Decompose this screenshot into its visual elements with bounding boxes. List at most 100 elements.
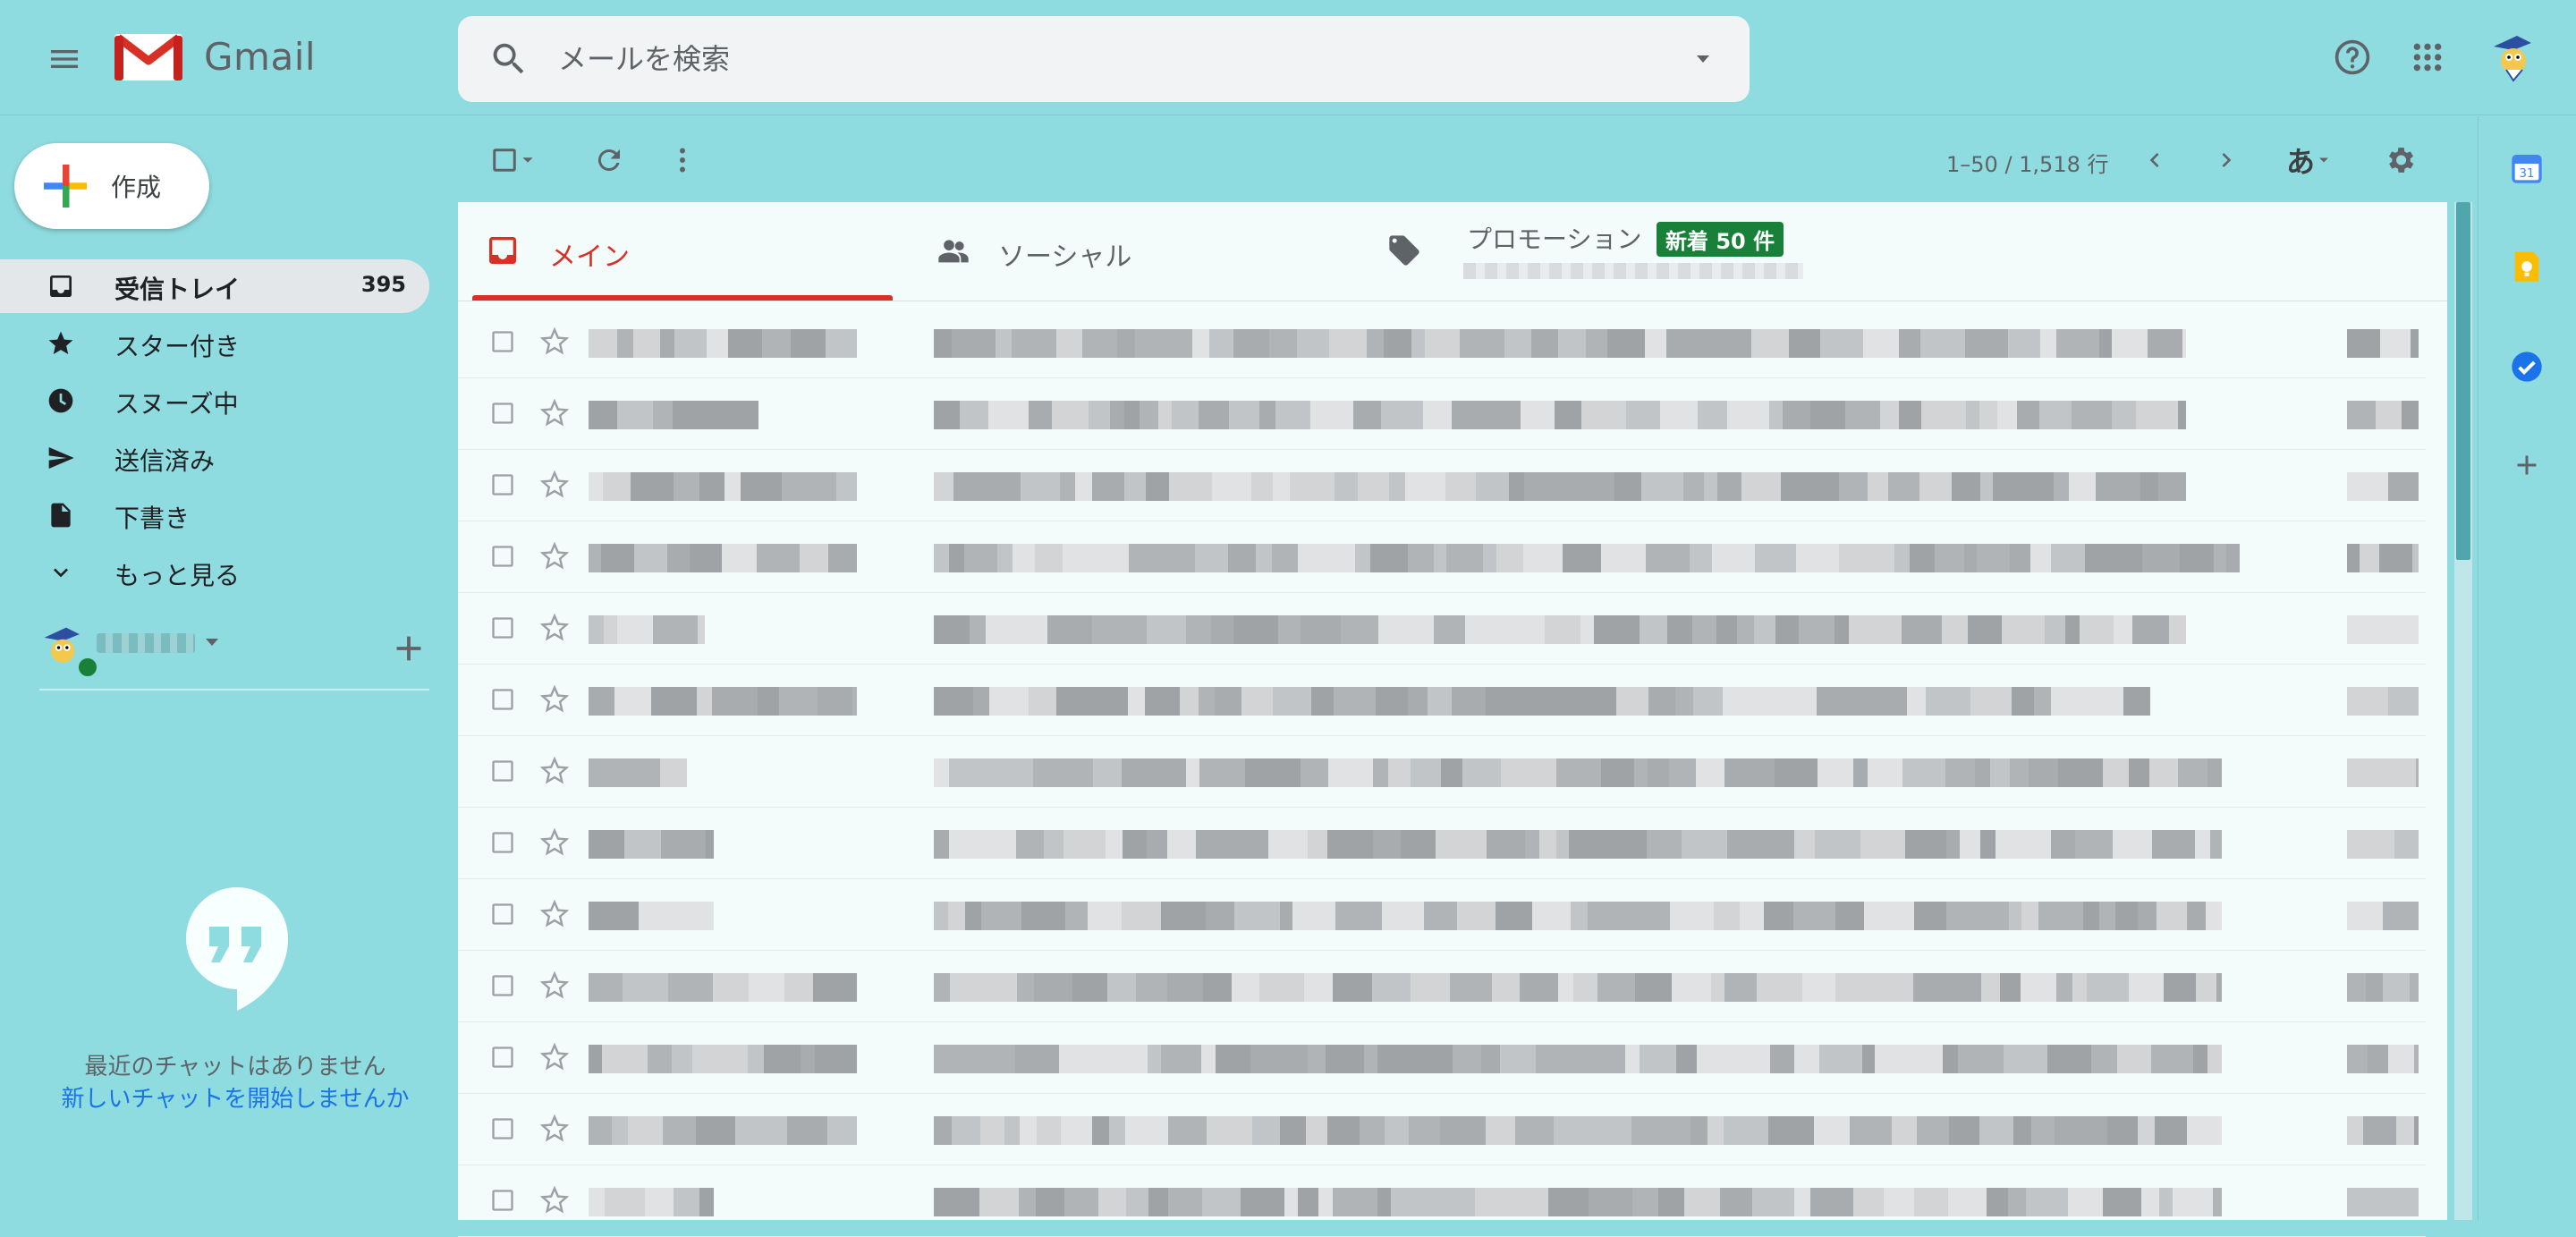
main-menu-button[interactable] — [39, 34, 89, 84]
star-outline-icon[interactable] — [540, 1114, 569, 1143]
compose-button[interactable]: 作成 — [14, 143, 209, 229]
star-outline-icon[interactable] — [540, 1043, 569, 1072]
sidebar-item-starred[interactable]: スター付き — [0, 317, 429, 370]
table-row[interactable] — [458, 1165, 2426, 1237]
subject-redacted — [934, 902, 2222, 930]
search-input[interactable] — [556, 41, 1633, 77]
tasks-button[interactable] — [2500, 340, 2554, 394]
google-apps-button[interactable] — [2402, 32, 2453, 82]
table-row[interactable] — [458, 735, 2426, 808]
calendar-button[interactable]: 31 — [2500, 141, 2554, 195]
app-header: Gmail — [0, 0, 2576, 115]
row-checkbox[interactable] — [490, 758, 515, 784]
subject-redacted — [934, 758, 2222, 787]
row-checkbox[interactable] — [490, 830, 515, 855]
table-row[interactable] — [458, 521, 2426, 593]
start-new-chat-link[interactable]: 新しいチャットを開始しませんか — [0, 1080, 470, 1114]
row-checkbox[interactable] — [490, 544, 515, 569]
row-checkbox[interactable] — [490, 329, 515, 354]
sidebar-item-sent[interactable]: 送信済み — [0, 431, 429, 485]
hangouts-user-name-redacted — [97, 633, 195, 653]
row-checkbox[interactable] — [490, 973, 515, 998]
date-redacted — [2347, 329, 2419, 358]
scrollbar-thumb[interactable] — [2456, 202, 2470, 560]
sidebar-item-more[interactable]: もっと見る — [0, 546, 429, 599]
plus-icon — [2517, 455, 2537, 475]
table-row[interactable] — [458, 664, 2426, 736]
star-outline-icon[interactable] — [540, 971, 569, 1000]
row-checkbox[interactable] — [490, 1188, 515, 1213]
keep-icon — [2514, 251, 2539, 282]
side-panel: 31 — [2478, 116, 2576, 1220]
settings-button[interactable] — [2379, 140, 2420, 181]
apps-grid-icon — [2413, 43, 2442, 72]
calendar-icon: 31 — [2512, 155, 2542, 183]
sender-redacted — [589, 329, 857, 358]
table-row[interactable] — [458, 950, 2426, 1022]
account-avatar-icon[interactable] — [2487, 30, 2542, 86]
search-icon[interactable] — [488, 38, 530, 80]
tab-primary[interactable]: メイン — [458, 202, 905, 301]
tab-social[interactable]: ソーシャル — [905, 202, 1358, 301]
table-row[interactable] — [458, 1093, 2426, 1165]
tag-icon — [1389, 235, 1419, 266]
caret-down-icon[interactable] — [206, 639, 218, 646]
star-outline-icon[interactable] — [540, 900, 569, 928]
star-outline-icon[interactable] — [540, 614, 569, 642]
subject-redacted — [934, 973, 2222, 1002]
gmail-m-icon — [114, 34, 182, 80]
row-checkbox[interactable] — [490, 615, 515, 640]
sidebar-item-label: スヌーズ中 — [114, 389, 239, 419]
clock-icon — [48, 388, 73, 413]
subject-redacted — [934, 1116, 2222, 1145]
select-all-checkbox[interactable] — [483, 140, 546, 181]
sidebar-item-snoozed[interactable]: スヌーズ中 — [0, 374, 429, 428]
more-actions-button[interactable] — [662, 140, 703, 181]
star-outline-icon[interactable] — [540, 399, 569, 428]
keep-button[interactable] — [2500, 240, 2554, 293]
mail-list-scrollbar[interactable] — [2454, 202, 2472, 1220]
tab-label: プロモーション — [1467, 225, 1642, 254]
row-checkbox[interactable] — [490, 687, 515, 712]
newer-page-button[interactable] — [2206, 140, 2247, 181]
sidebar-item-inbox[interactable]: 受信トレイ 395 — [0, 259, 429, 313]
table-row[interactable] — [458, 449, 2426, 521]
gmail-logo[interactable]: Gmail — [114, 30, 316, 82]
table-row[interactable] — [458, 807, 2426, 879]
row-checkbox[interactable] — [490, 1045, 515, 1070]
star-outline-icon[interactable] — [540, 327, 569, 356]
support-button[interactable] — [2327, 32, 2377, 82]
star-outline-icon[interactable] — [540, 470, 569, 499]
star-outline-icon[interactable] — [540, 685, 569, 714]
input-tools-button[interactable]: あ — [2274, 140, 2345, 181]
table-row[interactable] — [458, 306, 2426, 378]
row-checkbox[interactable] — [490, 902, 515, 927]
star-outline-icon[interactable] — [540, 757, 569, 785]
search-bar[interactable] — [458, 16, 1750, 102]
table-row[interactable] — [458, 878, 2426, 951]
sidebar-item-drafts[interactable]: 下書き — [0, 488, 429, 542]
table-row[interactable] — [458, 1021, 2426, 1094]
star-outline-icon[interactable] — [540, 828, 569, 857]
caret-down-icon — [522, 157, 533, 163]
get-addons-button[interactable] — [2500, 438, 2554, 492]
tasks-icon — [2512, 352, 2542, 382]
table-row[interactable] — [458, 592, 2426, 665]
hangouts-user[interactable] — [39, 623, 429, 691]
subject-redacted — [934, 615, 2186, 644]
star-outline-icon[interactable] — [540, 1186, 569, 1215]
tab-promotions[interactable]: プロモーション 新着 50 件 — [1358, 202, 1859, 301]
date-redacted — [2347, 615, 2419, 644]
table-row[interactable] — [458, 377, 2426, 450]
older-page-button[interactable] — [2134, 140, 2175, 181]
star-outline-icon[interactable] — [540, 542, 569, 571]
add-chat-icon[interactable] — [388, 628, 429, 669]
row-checkbox[interactable] — [490, 1116, 515, 1141]
new-count-badge: 新着 50 件 — [1657, 222, 1784, 257]
refresh-button[interactable] — [589, 140, 630, 181]
search-options-dropdown-icon[interactable] — [1692, 48, 1714, 70]
row-checkbox[interactable] — [490, 401, 515, 426]
sender-redacted — [589, 973, 857, 1002]
more-vertical-icon — [680, 148, 685, 173]
row-checkbox[interactable] — [490, 472, 515, 497]
